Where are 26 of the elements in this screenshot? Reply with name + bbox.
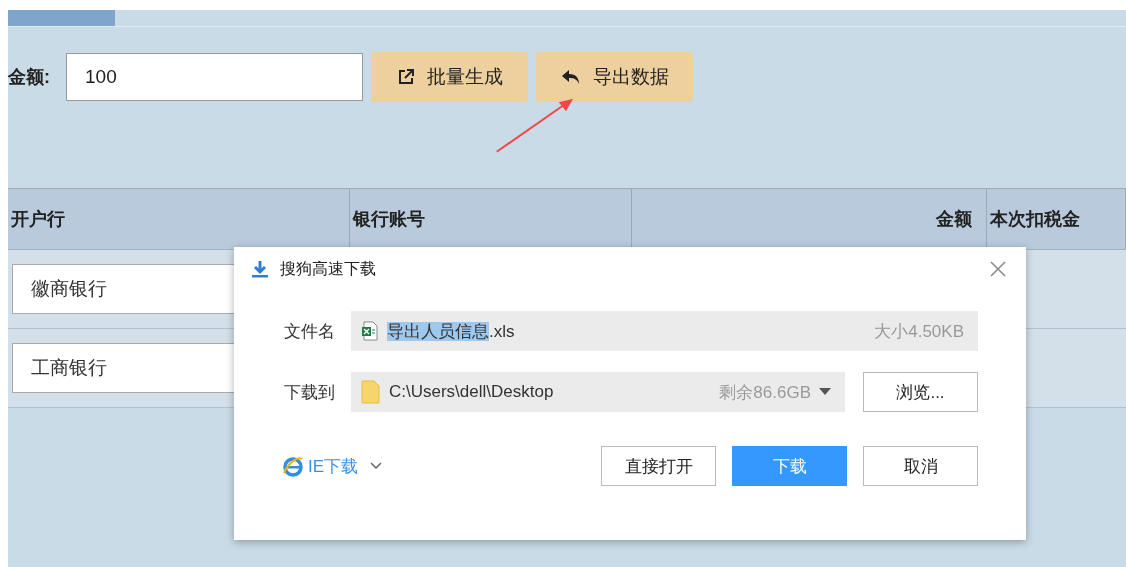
close-icon	[990, 261, 1006, 277]
toolbar-button[interactable]: 导出数据	[536, 52, 693, 102]
save-path-text: C:\Users\dell\Desktop	[389, 382, 555, 402]
dialog-button[interactable]: 直接打开	[601, 446, 716, 486]
external-link-icon	[396, 68, 415, 86]
file-name-field[interactable]: 导出人员信息.xls 大小4.50KB	[351, 311, 978, 351]
amount-field[interactable]: 100	[66, 53, 363, 101]
browse-button[interactable]: 浏览...	[863, 372, 978, 412]
dropdown-caret-icon	[819, 388, 831, 396]
folder-icon	[361, 380, 381, 404]
dialog-title: 搜狗高速下载	[280, 258, 376, 279]
download-icon	[250, 259, 270, 279]
free-space-text: 剩余86.6GB	[719, 381, 811, 404]
reply-arrow-icon	[560, 69, 581, 85]
close-button[interactable]	[988, 259, 1008, 279]
save-path-dropdown[interactable]: C:\Users\dell\Desktop 剩余86.6GB	[351, 372, 845, 412]
file-size-text: 大小4.50KB	[874, 320, 964, 343]
toolbar-button[interactable]: 批量生成	[371, 52, 528, 102]
file-name-label: 文件名	[284, 320, 336, 343]
dialog-button[interactable]: 取消	[863, 446, 978, 486]
amount-label: 金额:	[8, 66, 51, 89]
spreadsheet-file-icon	[361, 321, 379, 341]
chevron-down-icon	[370, 462, 383, 470]
browser-e-icon	[282, 455, 304, 477]
save-location-label: 下载到	[284, 381, 336, 404]
file-name-text: 导出人员信息.xls	[387, 320, 516, 343]
